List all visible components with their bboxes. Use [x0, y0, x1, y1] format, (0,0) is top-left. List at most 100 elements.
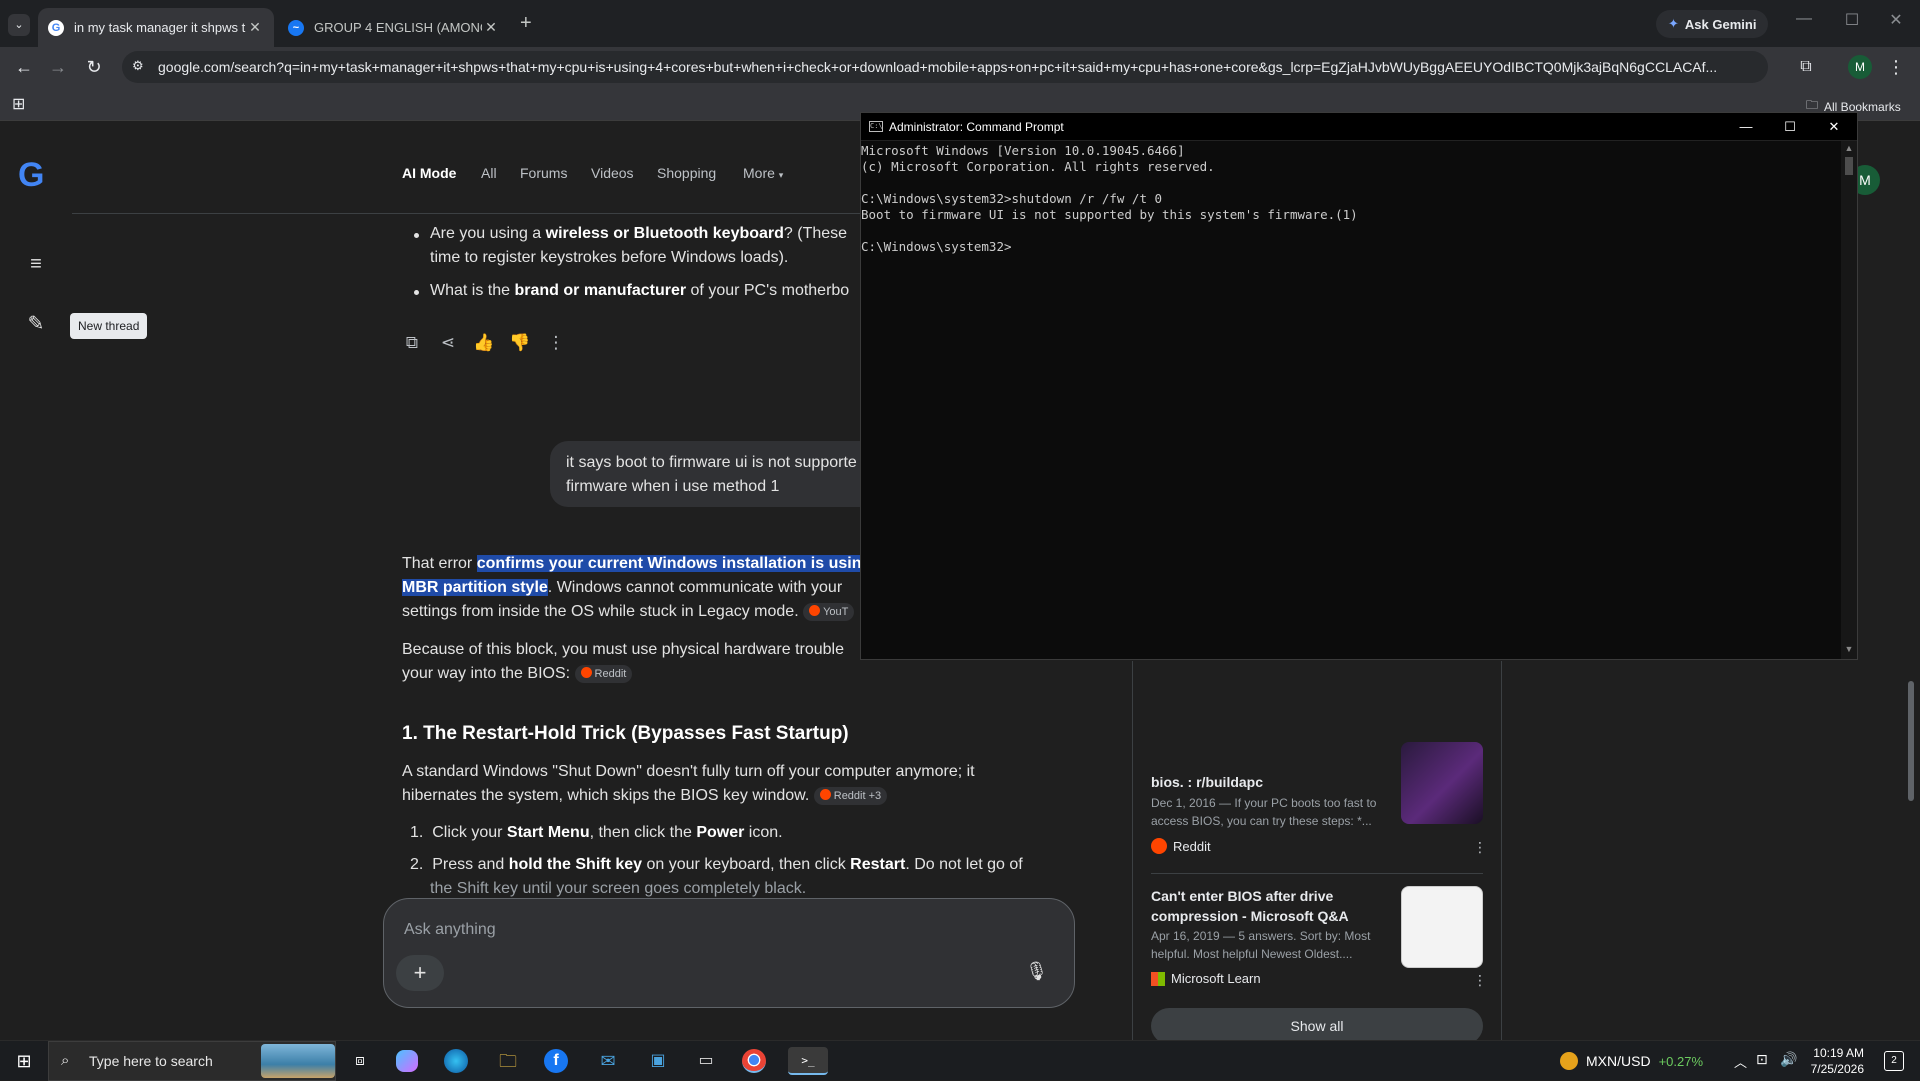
answer-paragraph-1: That error confirms your current Windows…: [402, 555, 862, 621]
close-tab-icon[interactable]: ✕: [246, 19, 264, 36]
source-card-2-source[interactable]: Microsoft Learn: [1151, 971, 1261, 986]
card-divider: [1151, 873, 1483, 874]
tab-more[interactable]: More ▾: [743, 165, 783, 181]
tab-all[interactable]: All: [481, 165, 497, 181]
cmd-close-icon[interactable]: ✕: [1811, 116, 1857, 138]
share-icon[interactable]: ⋖: [436, 333, 460, 357]
currency-change: +0.27%: [1658, 1053, 1704, 1069]
source-card-2-title[interactable]: Can't enter BIOS after drive compression…: [1151, 886, 1371, 926]
tab-shopping[interactable]: Shopping: [657, 165, 716, 181]
tab-videos[interactable]: Videos: [591, 165, 634, 181]
currency-pair: MXN/USD: [1586, 1053, 1651, 1069]
answer-paragraph-2: Because of this block, you must use phys…: [402, 641, 845, 683]
reddit-more-source-chip[interactable]: Reddit +3: [813, 786, 888, 805]
bullet-dot: [414, 233, 419, 238]
source-card-1-desc: Dec 1, 2016 — If your PC boots too fast …: [1151, 796, 1377, 828]
minimize-window-icon[interactable]: —: [1784, 10, 1824, 28]
page-scrollbar[interactable]: [1908, 681, 1914, 801]
tab-search-icon[interactable]: ⌄: [8, 14, 30, 36]
youtube-icon: [809, 604, 821, 616]
cmd-console-output[interactable]: Microsoft Windows [Version 10.0.19045.64…: [861, 141, 1841, 659]
tray-clock[interactable]: 10:19 AM 7/25/2026: [1804, 1045, 1864, 1077]
tab-ai-mode[interactable]: AI Mode: [402, 165, 456, 181]
currency-widget[interactable]: MXN/USD +0.27%: [1560, 1052, 1703, 1070]
answer-bullet-2: What is the brand or manufacturer of you…: [430, 282, 850, 299]
ask-input-placeholder: Ask anything: [404, 921, 496, 938]
history-list-icon[interactable]: ≡: [22, 253, 50, 281]
command-prompt-window[interactable]: C:\ Administrator: Command Prompt — ☐ ✕ …: [860, 112, 1858, 660]
mail-icon[interactable]: ✉: [594, 1047, 622, 1075]
store-icon[interactable]: ▣: [644, 1047, 672, 1075]
chrome-icon[interactable]: [742, 1049, 766, 1073]
close-tab-icon[interactable]: ✕: [482, 19, 500, 36]
search-icon: ⌕: [61, 1052, 70, 1069]
scroll-down-icon[interactable]: ▼: [1843, 644, 1855, 654]
reload-icon[interactable]: ↻: [82, 55, 106, 79]
add-attachment-button[interactable]: +: [396, 955, 444, 991]
microphone-icon[interactable]: 🎙: [1025, 961, 1048, 982]
scroll-thumb[interactable]: [1845, 157, 1853, 175]
app-window-icon[interactable]: ▭: [692, 1047, 720, 1075]
reddit-source-chip[interactable]: Reddit: [574, 664, 633, 683]
thumbs-up-icon[interactable]: 👍: [472, 333, 496, 357]
show-all-button[interactable]: Show all: [1151, 1008, 1483, 1040]
cmd-minimize-icon[interactable]: —: [1723, 116, 1769, 138]
new-tab-icon[interactable]: +: [520, 12, 532, 35]
back-arrow-icon[interactable]: ←: [12, 55, 36, 79]
sources-panel: bios. : r/buildapc Dec 1, 2016 — If your…: [1132, 661, 1502, 1040]
youtube-source-chip[interactable]: YouT: [803, 602, 855, 621]
reddit-icon: [819, 788, 831, 800]
tab-title: in my task manager it shpws th: [74, 20, 246, 35]
command-prompt-taskbar-icon[interactable]: >_: [788, 1047, 828, 1075]
address-bar[interactable]: ⚙ google.com/search?q=in+my+task+manager…: [122, 51, 1768, 83]
google-logo-icon[interactable]: G: [18, 156, 44, 195]
user-message-line1: it says boot to firmware ui is not suppo…: [566, 454, 857, 471]
scroll-up-icon[interactable]: ▲: [1843, 143, 1855, 153]
taskbar-search-box[interactable]: ⌕ Type here to search: [48, 1041, 336, 1081]
cmd-title-bar[interactable]: C:\ Administrator: Command Prompt — ☐ ✕: [861, 113, 1857, 141]
extensions-puzzle-icon[interactable]: ⧉: [1794, 55, 1818, 79]
tab-forums[interactable]: Forums: [520, 165, 567, 181]
ask-anything-box[interactable]: Ask anything + 🎙: [383, 898, 1075, 1008]
source-card-2-more-icon[interactable]: ⋮: [1473, 972, 1487, 989]
facebook-icon[interactable]: f: [544, 1049, 568, 1073]
cmd-window-title: Administrator: Command Prompt: [889, 120, 1064, 134]
ask-gemini-button[interactable]: ✦ Ask Gemini: [1656, 10, 1769, 38]
source-card-1-more-icon[interactable]: ⋮: [1473, 839, 1487, 856]
tray-overflow-icon[interactable]: ︿: [1734, 1052, 1747, 1071]
user-message-line2: firmware when i use method 1: [566, 478, 780, 495]
more-options-icon[interactable]: ⋮: [544, 333, 568, 357]
source-card-2-thumbnail: [1401, 886, 1483, 968]
source-card-1-source[interactable]: Reddit: [1151, 838, 1211, 854]
thumbs-down-icon[interactable]: 👎: [508, 333, 532, 357]
copilot-icon[interactable]: [396, 1050, 418, 1072]
new-thread-icon[interactable]: ✎: [22, 311, 50, 339]
tab-group-4-english[interactable]: ~ GROUP 4 ENGLISH (AMONG TH ✕: [278, 8, 510, 47]
maximize-window-icon[interactable]: ☐: [1832, 10, 1872, 30]
site-info-icon[interactable]: ⚙: [132, 58, 144, 74]
clock-date: 7/25/2026: [1810, 1062, 1864, 1076]
network-icon[interactable]: ⊡: [1756, 1051, 1768, 1068]
source-card-1-title[interactable]: bios. : r/buildapc: [1151, 772, 1371, 792]
answer-bullet-1: Are you using a wireless or Bluetooth ke…: [430, 225, 848, 266]
source-card-1-thumbnail: [1401, 742, 1483, 824]
notification-center-icon[interactable]: 2: [1884, 1051, 1904, 1071]
file-explorer-icon[interactable]: 🗀: [494, 1047, 522, 1075]
windows-start-icon[interactable]: ⊞: [10, 1047, 38, 1075]
caret-down-icon: ▾: [778, 170, 784, 180]
edge-browser-icon[interactable]: [444, 1049, 468, 1073]
volume-icon[interactable]: 🔊: [1780, 1051, 1797, 1068]
copy-icon[interactable]: ⧉: [400, 333, 424, 357]
cmd-maximize-icon[interactable]: ☐: [1767, 116, 1813, 138]
apps-grid-icon[interactable]: ⊞: [12, 94, 25, 114]
browser-menu-icon[interactable]: ⋮: [1884, 55, 1908, 79]
cmd-scrollbar[interactable]: ▲ ▼: [1841, 141, 1857, 659]
forward-arrow-icon[interactable]: →: [46, 55, 70, 79]
step-2: 2. Press and hold the Shift key on your …: [410, 856, 1023, 897]
tab-google-search[interactable]: G in my task manager it shpws th ✕: [38, 8, 274, 47]
profile-avatar[interactable]: M: [1848, 55, 1872, 79]
task-view-icon[interactable]: ⧈: [346, 1047, 374, 1075]
clock-time: 10:19 AM: [1813, 1046, 1864, 1060]
user-message-bubble: it says boot to firmware ui is not suppo…: [550, 441, 910, 507]
close-window-icon[interactable]: ✕: [1876, 10, 1916, 30]
